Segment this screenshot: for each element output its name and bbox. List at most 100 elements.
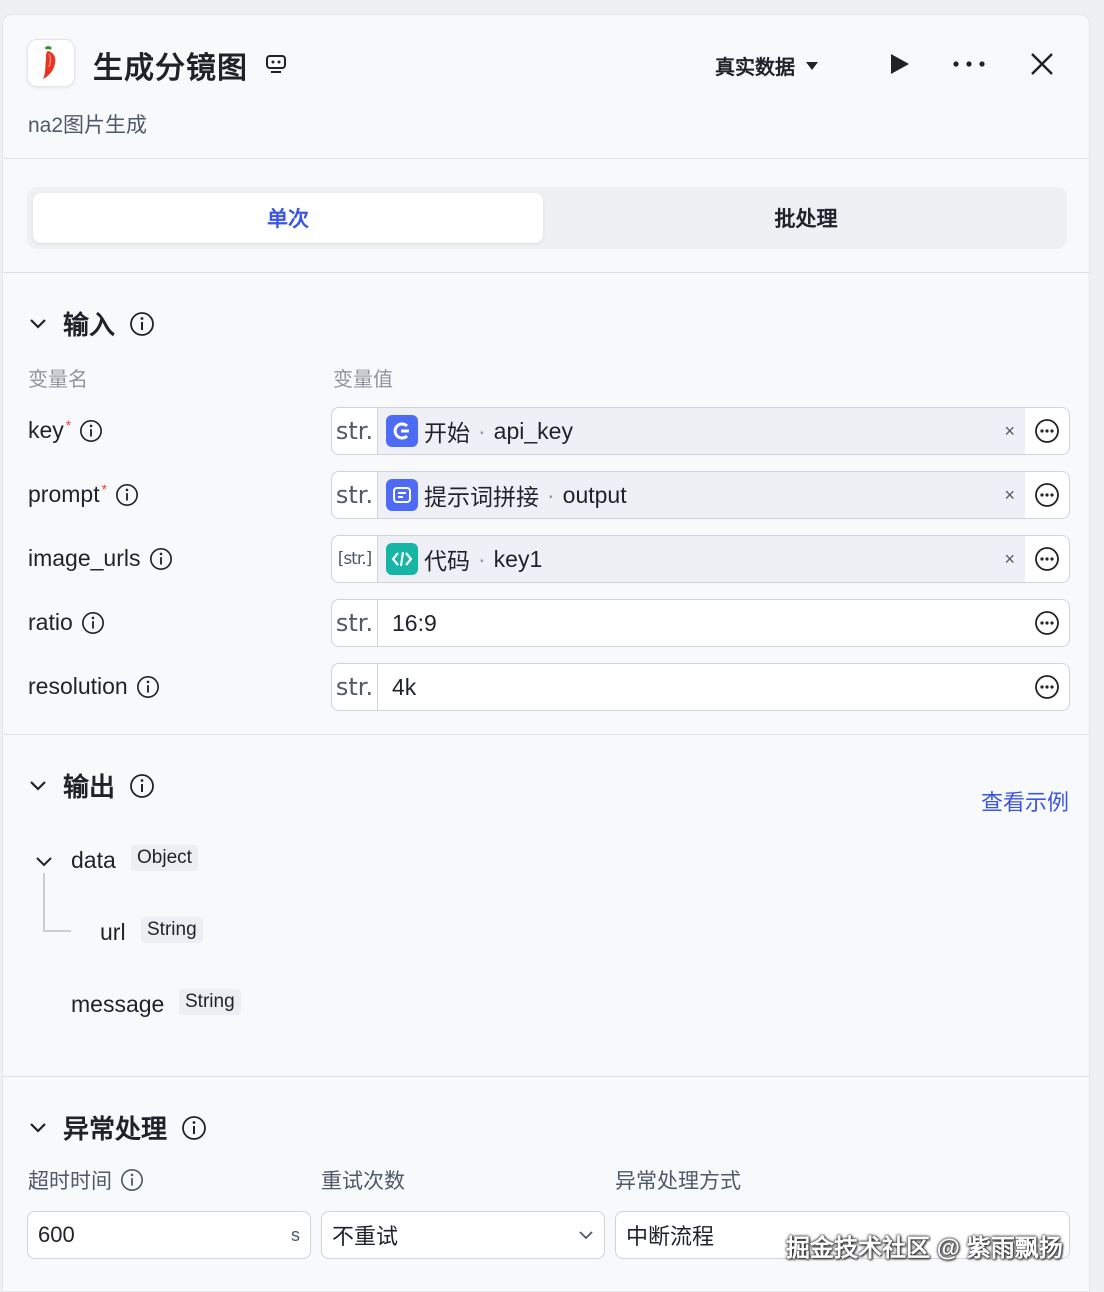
output-field-type: String: [141, 917, 203, 943]
output-field-name: data: [71, 847, 116, 873]
variable-reference[interactable]: 开始 · api_key ×: [378, 408, 1025, 454]
info-icon[interactable]: [129, 773, 155, 799]
type-badge[interactable]: [str.]: [332, 536, 378, 582]
info-icon[interactable]: [115, 483, 139, 507]
output-section-title: 输出: [63, 772, 116, 802]
variable-picker-icon[interactable]: [1025, 408, 1069, 454]
variable-picker-icon[interactable]: [1025, 600, 1069, 646]
var-label-prompt: prompt *: [28, 481, 139, 508]
chevron-down-icon: [30, 1122, 46, 1133]
timeout-label-text: 超时时间: [28, 1170, 112, 1193]
app-logo: [27, 39, 75, 87]
value-field-image-urls[interactable]: [str.] 代码 · key1 ×: [331, 535, 1070, 583]
tab-single[interactable]: 单次: [33, 193, 543, 243]
var-name: prompt: [28, 481, 100, 507]
mode-tabs: 单次 批处理: [27, 187, 1067, 249]
timeout-unit: s: [291, 1224, 300, 1245]
value-field-resolution[interactable]: str. 4k: [331, 663, 1070, 711]
info-icon[interactable]: [136, 675, 160, 699]
caret-down-icon: [806, 61, 818, 70]
output-field-name: message: [71, 991, 165, 1017]
var-label-ratio: ratio: [28, 609, 105, 636]
code-node-icon: [386, 543, 418, 575]
collapse-input-button[interactable]: [27, 313, 49, 335]
tree-connector: [43, 930, 71, 932]
value-field-ratio[interactable]: str. 16:9: [331, 599, 1070, 647]
input-section-title: 输入: [63, 310, 116, 340]
ref-var-name: key1: [493, 545, 543, 572]
value-field-prompt[interactable]: str. 提示词拼接 · output ×: [331, 471, 1070, 519]
close-button[interactable]: [1027, 49, 1057, 79]
var-name: image_urls: [28, 545, 141, 571]
chili-icon: [43, 46, 56, 79]
info-icon[interactable]: [79, 419, 103, 443]
value-field-key[interactable]: str. 开始 · api_key ×: [331, 407, 1070, 455]
data-mode-label: 真实数据: [715, 57, 795, 79]
chevron-down-icon: [36, 857, 52, 867]
variable-reference[interactable]: 代码 · key1 ×: [378, 536, 1025, 582]
variable-picker-icon[interactable]: [1025, 472, 1069, 518]
collapse-exception-button[interactable]: [27, 1117, 49, 1139]
expand-data-button[interactable]: [33, 851, 55, 873]
variable-picker-icon[interactable]: [1025, 664, 1069, 710]
type-badge[interactable]: str.: [332, 600, 378, 646]
start-node-icon: [386, 415, 418, 447]
input-section-header: 输入: [27, 305, 155, 342]
info-icon[interactable]: [81, 611, 105, 635]
column-header-name: 变量名: [28, 369, 88, 391]
chevron-down-icon: [579, 1231, 593, 1240]
type-badge[interactable]: str.: [332, 472, 378, 518]
retry-value: 不重试: [332, 1224, 399, 1249]
divider: [3, 1076, 1089, 1077]
var-name: resolution: [28, 673, 128, 699]
data-mode-dropdown[interactable]: 真实数据: [715, 51, 819, 80]
literal-value-input[interactable]: 16:9: [378, 610, 1025, 637]
run-button[interactable]: [887, 51, 913, 77]
divider: [3, 158, 1089, 159]
retry-select[interactable]: 不重试: [321, 1211, 605, 1259]
column-header-value: 变量值: [333, 369, 393, 391]
literal-value-input[interactable]: 4k: [378, 674, 1025, 701]
output-field-name: url: [100, 919, 126, 945]
collapse-output-button[interactable]: [27, 775, 49, 797]
divider: [3, 734, 1089, 735]
info-icon[interactable]: [129, 311, 155, 337]
ref-node-name: 代码: [424, 548, 470, 574]
ref-node-name: 提示词拼接: [424, 484, 539, 510]
ref-node-name: 开始: [424, 420, 470, 446]
more-icon: [953, 61, 985, 67]
var-name: key: [28, 417, 64, 443]
ref-var-name: api_key: [493, 417, 573, 444]
tab-batch[interactable]: 批处理: [551, 193, 1061, 243]
exception-section-title: 异常处理: [63, 1114, 168, 1144]
exception-section-header: 异常处理: [27, 1109, 207, 1146]
play-icon: [891, 54, 909, 74]
node-config-panel: 生成分镜图 na2图片生成 真实数据 单次 批处理 输入 变量名 变量值 key…: [2, 14, 1090, 1292]
edit-title-icon[interactable]: [265, 53, 287, 80]
var-label-key: key *: [28, 417, 103, 444]
var-label-resolution: resolution: [28, 673, 160, 700]
info-icon[interactable]: [120, 1168, 144, 1192]
view-example-link[interactable]: 查看示例: [981, 785, 1069, 817]
watermark: 掘金技术社区 @ 紫雨飘扬: [786, 1235, 1063, 1262]
retry-label: 重试次数: [321, 1170, 405, 1193]
output-field-type: Object: [131, 845, 198, 871]
timeout-input[interactable]: 600 s: [27, 1211, 311, 1259]
required-mark: *: [101, 480, 108, 497]
error-mode-value: 中断流程: [626, 1224, 715, 1249]
variable-picker-icon[interactable]: [1025, 536, 1069, 582]
info-icon[interactable]: [181, 1115, 207, 1141]
info-icon[interactable]: [149, 547, 173, 571]
node-subtitle: na2图片生成: [28, 114, 148, 137]
variable-reference[interactable]: 提示词拼接 · output ×: [378, 472, 1025, 518]
more-button[interactable]: [951, 51, 987, 77]
clear-reference-button[interactable]: ×: [1004, 549, 1015, 570]
clear-reference-button[interactable]: ×: [1004, 421, 1015, 442]
required-mark: *: [65, 416, 72, 433]
ref-separator: ·: [478, 417, 486, 444]
type-badge[interactable]: str.: [332, 664, 378, 710]
type-badge[interactable]: str.: [332, 408, 378, 454]
var-label-image-urls: image_urls: [28, 545, 173, 572]
chevron-down-icon: [30, 318, 46, 329]
clear-reference-button[interactable]: ×: [1004, 485, 1015, 506]
